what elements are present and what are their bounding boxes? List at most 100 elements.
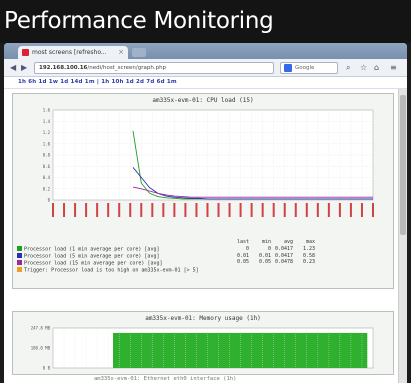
legend-item: Processor load (1 min average per core) … [17, 246, 199, 253]
search-engine-icon [284, 64, 292, 72]
favicon-icon [22, 49, 29, 56]
memory-bar [163, 332, 177, 368]
period-links[interactable]: 1h 6h 1d 1w 1d 14d 1m | 1h 10h 1d 2d 7d … [18, 79, 177, 85]
cpu-x-tick-label [52, 203, 54, 217]
memory-bar [214, 332, 228, 368]
browser-titlebar: most screens [refresho... × [4, 43, 407, 59]
legend-swatch [17, 260, 22, 265]
search-icon[interactable]: ⌕ [346, 63, 350, 73]
memory-y-tick: 247.8 MB [31, 326, 51, 331]
legend-label: Trigger: Processor load is too high on a… [24, 267, 181, 274]
cpu-y-tick: 0 [48, 198, 51, 203]
memory-bar [189, 332, 203, 368]
cpu-x-tick-label [283, 203, 286, 217]
memory-bar [125, 332, 139, 368]
legend-unit: [avg] [144, 253, 160, 260]
browser-tab[interactable]: most screens [refresho... × [18, 46, 128, 59]
memory-graph-title: am335x-evm-01: Memory usage (1h) [145, 315, 261, 322]
url-host: 192.168.100.16 [39, 65, 88, 71]
cpu-x-tick-label [162, 203, 165, 217]
cpu-x-tick-label [206, 203, 209, 217]
close-tab-icon[interactable]: × [118, 46, 124, 59]
cpu-x-tick-label [96, 203, 99, 217]
memory-bar [252, 332, 266, 368]
caption-title: Performance Monitoring [0, 0, 411, 43]
memory-bar [341, 332, 355, 368]
memory-bar [138, 332, 152, 368]
memory-bar [316, 332, 330, 368]
stat-value: 0.23 [302, 259, 315, 265]
legend-unit: [avg] [147, 260, 163, 267]
cpu-x-tick-label [173, 203, 176, 217]
memory-bar [113, 332, 126, 368]
memory-graph-panel: am335x-evm-01: Memory usage (1h) 247.8 M… [12, 311, 394, 375]
scrollbar-thumb[interactable] [400, 95, 406, 235]
menu-icon[interactable]: ≡ [390, 63, 397, 72]
search-input[interactable]: Google [280, 62, 338, 74]
browser-window: most screens [refresho... × ◀ ▶ 192.168.… [4, 43, 407, 383]
cpu-graph-panel: am335x-evm-01: CPU load (15) 1.6 1.4 1.2 1.… [12, 93, 394, 289]
vertical-scrollbar[interactable] [398, 89, 407, 383]
cpu-y-tick: 0.8 [43, 153, 51, 158]
cpu-x-tick-label [184, 203, 187, 217]
address-bar[interactable]: 192.168.100.16/nedi/host_screen/graph.ph… [34, 62, 274, 74]
cpu-chart: 1.6 1.4 1.2 1.0 0.8 0.6 0.4 0.2 0 [43, 108, 374, 217]
tab-title: most screens [refresho... [32, 49, 107, 56]
page-gap [4, 291, 398, 311]
cpu-graph-title: am335x-evm-01: CPU load (15) [152, 97, 254, 104]
memory-y-tick: 180.0 MB [31, 346, 51, 351]
back-icon[interactable]: ◀ [10, 63, 16, 72]
cpu-y-tick: 1.0 [43, 141, 51, 146]
stat-value: 0.05 [258, 259, 271, 265]
cpu-y-tick: 0.2 [43, 186, 51, 191]
cpu-x-tick-label [217, 203, 220, 217]
cpu-x-tick-label [140, 203, 143, 217]
cpu-x-tick-label [372, 203, 374, 217]
cpu-x-tick-label [151, 203, 154, 217]
legend-item: Trigger: Processor load is too high on a… [17, 267, 199, 274]
memory-y-tick: 0 B [43, 366, 51, 371]
legend-item: Processor load (15 min average per core)… [17, 260, 199, 267]
cpu-x-tick-label [63, 203, 66, 217]
cpu-x-tick-label [250, 203, 253, 217]
new-tab-button[interactable] [132, 48, 146, 57]
legend-swatch [17, 246, 22, 251]
home-icon[interactable]: ⌂ [374, 63, 379, 72]
cpu-x-tick-label [228, 203, 231, 217]
cpu-x-tick-label [129, 203, 132, 217]
memory-bar [151, 332, 165, 368]
legend-unit: [> 5] [183, 267, 199, 274]
stat-header: last [236, 239, 249, 245]
memory-bar [303, 332, 317, 368]
legend-label: Processor load (1 min average per core) [24, 246, 142, 253]
stats-row: 0.05 0.05 0.0478 0.23 [227, 259, 315, 266]
memory-chart: 247.8 MB 180.0 MB 0 B [31, 326, 374, 371]
forward-icon[interactable]: ▶ [21, 63, 27, 72]
cpu-y-tick: 1.4 [43, 119, 51, 124]
memory-bar [240, 332, 253, 368]
memory-bar [265, 332, 279, 368]
cpu-x-tick-label [327, 203, 330, 217]
cpu-x-tick-label [294, 203, 297, 217]
stats-row [227, 266, 315, 273]
cpu-stats-header: last min avg max [227, 239, 315, 246]
stat-header: avg [283, 239, 293, 245]
legend-label: Processor load (5 min average per core) [24, 253, 142, 260]
star-icon[interactable]: ☆ [360, 63, 367, 72]
cpu-x-tick-label [338, 203, 341, 217]
cpu-x-tick-label [261, 203, 264, 217]
memory-bar [354, 332, 368, 368]
page-content: am335x-evm-01: CPU load (15) 1.6 1.4 1.2 1.… [4, 89, 407, 383]
cpu-y-tick: 1.2 [43, 130, 51, 135]
cpu-x-tick-label [74, 203, 77, 217]
stat-header: max [305, 239, 315, 245]
legend-unit: [avg] [144, 246, 160, 253]
next-graph-title: am335x-evm-01: Ethernet eth0 interface (… [94, 376, 237, 382]
url-path: /nedi/host_screen/graph.php [87, 65, 167, 71]
search-placeholder: Google [295, 65, 315, 71]
memory-bar [201, 332, 215, 368]
cpu-y-tick: 0.6 [43, 164, 51, 169]
cpu-legend: Processor load (1 min average per core) … [17, 246, 199, 274]
cpu-x-tick-label [107, 203, 110, 217]
cpu-x-tick-label [360, 203, 363, 217]
